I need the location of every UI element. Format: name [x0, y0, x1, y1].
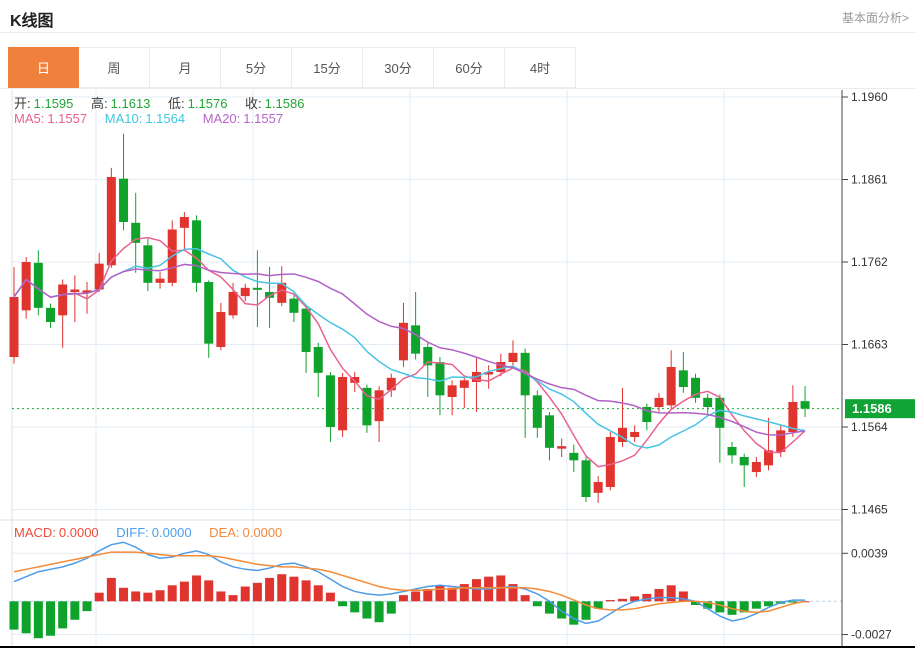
svg-text:1.1564: 1.1564 — [851, 420, 888, 434]
tab-30分[interactable]: 30分 — [363, 47, 434, 88]
svg-text:1.1960: 1.1960 — [851, 90, 888, 104]
ohlc-legend: 开: 1.1595 高: 1.1613 低: 1.1576 收: 1.1586 — [14, 93, 307, 112]
current-price-tag: 1.1586 — [845, 399, 915, 419]
close-value: 1.1586 — [264, 96, 305, 111]
ma-legend: MA5: 1.1557 MA10: 1.1564 MA20: 1.1557 — [14, 111, 286, 126]
tab-周[interactable]: 周 — [79, 47, 150, 88]
high-label: 高: — [91, 96, 108, 111]
ma20-value: 1.1557 — [243, 111, 284, 126]
open-value: 1.1595 — [33, 96, 74, 111]
ma10-label: MA10: — [104, 111, 143, 126]
open-label: 开: — [14, 96, 31, 111]
price-axis: 1.1960 1.1861 1.1762 1.1663 1.1564 1.1465 0.00… — [841, 90, 892, 646]
svg-text:1.1663: 1.1663 — [851, 337, 888, 351]
svg-text:0.0039: 0.0039 — [851, 546, 888, 560]
tab-60分[interactable]: 60分 — [434, 47, 505, 88]
svg-text:1.1465: 1.1465 — [851, 502, 888, 516]
tab-15分[interactable]: 15分 — [292, 47, 363, 88]
tab-5分[interactable]: 5分 — [221, 47, 292, 88]
macd-label: MACD: — [14, 525, 56, 540]
close-label: 收: — [245, 96, 262, 111]
tab-月[interactable]: 月 — [150, 47, 221, 88]
svg-text:-0.0027: -0.0027 — [851, 628, 892, 642]
diff-label: DIFF: — [116, 525, 149, 540]
high-value: 1.1613 — [110, 96, 151, 111]
svg-text:1.1861: 1.1861 — [851, 172, 888, 186]
ma5-label: MA5: — [14, 111, 45, 126]
ma20-label: MA20: — [202, 111, 241, 126]
low-label: 低: — [168, 96, 185, 111]
diff-value: 0.0000 — [151, 525, 192, 540]
low-value: 1.1576 — [187, 96, 228, 111]
dea-label: DEA: — [209, 525, 240, 540]
macd-legend: MACD: 0.0000 DIFF: 0.0000 DEA: 0.0000 — [14, 525, 285, 540]
ma5-value: 1.1557 — [47, 111, 88, 126]
tab-日[interactable]: 日 — [8, 47, 79, 88]
tab-4时[interactable]: 4时 — [505, 47, 576, 88]
ma10-value: 1.1564 — [145, 111, 186, 126]
macd-value: 0.0000 — [58, 525, 99, 540]
dea-value: 0.0000 — [242, 525, 283, 540]
period-tabs: 日周月 5分 15分 30分 60分 4时 — [8, 47, 576, 88]
svg-text:1.1586: 1.1586 — [852, 401, 892, 416]
macd-layer — [9, 541, 842, 639]
svg-text:1.1762: 1.1762 — [851, 255, 888, 269]
